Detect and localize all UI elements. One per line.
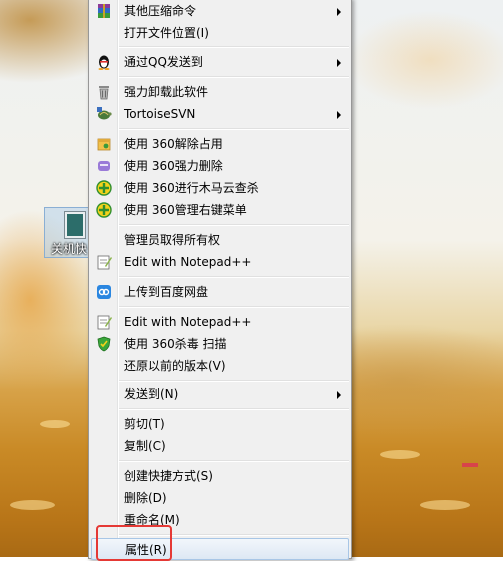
menu-item-tortoisesvn[interactable]: TortoiseSVN xyxy=(91,103,349,125)
menu-item-create-shortcut[interactable]: 创建快捷方式(S) xyxy=(91,465,349,487)
menu-item-label: 使用 360解除占用 xyxy=(124,137,223,151)
submenu-arrow-icon xyxy=(337,111,341,119)
wallpaper-leaf xyxy=(40,420,70,428)
menu-separator xyxy=(119,276,349,278)
menu-item-label: 还原以前的版本(V) xyxy=(124,359,226,373)
submenu-arrow-icon xyxy=(337,391,341,399)
menu-item-label: 其他压缩命令 xyxy=(124,4,197,18)
menu-item-label: 使用 360杀毒 扫描 xyxy=(124,337,227,351)
menu-separator xyxy=(119,128,349,130)
menu-item-label: 使用 360进行木马云查杀 xyxy=(124,181,259,195)
menu-item-edit-notepadpp-2[interactable]: Edit with Notepad++ xyxy=(91,311,349,333)
red-annotation-box xyxy=(96,525,172,561)
wallpaper-leaf xyxy=(10,500,55,510)
360-antivirus-shield-icon xyxy=(96,336,112,352)
menu-item-label: 使用 360强力删除 xyxy=(124,159,223,173)
menu-item-send-via-qq[interactable]: 通过QQ发送到 xyxy=(91,51,349,73)
winrar-icon xyxy=(96,3,112,19)
context-menu: 其他压缩命令 打开文件位置(I) 通过QQ发送到 强力卸载此软件 Tortois… xyxy=(88,0,352,560)
menu-item-label: 上传到百度网盘 xyxy=(124,285,209,299)
trash-bin-icon xyxy=(96,84,112,100)
menu-separator xyxy=(119,408,349,410)
menu-item-open-file-location[interactable]: 打开文件位置(I) xyxy=(91,22,349,44)
menu-item-copy[interactable]: 复制(C) xyxy=(91,435,349,457)
menu-item-360-antivirus-scan[interactable]: 使用 360杀毒 扫描 xyxy=(91,333,349,355)
menu-item-delete[interactable]: 删除(D) xyxy=(91,487,349,509)
notepadpp-icon xyxy=(96,314,112,330)
360-scan-icon xyxy=(96,180,112,196)
menu-item-360-menu-manager[interactable]: 使用 360管理右键菜单 xyxy=(91,199,349,221)
qq-penguin-icon xyxy=(96,54,112,70)
menu-item-cut[interactable]: 剪切(T) xyxy=(91,413,349,435)
wallpaper-red-mark xyxy=(462,463,478,467)
menu-item-label: 复制(C) xyxy=(124,439,166,453)
notepadpp-icon xyxy=(96,254,112,270)
menu-item-360-unlock[interactable]: 使用 360解除占用 xyxy=(91,133,349,155)
desktop-shortcut-label: 关机快 xyxy=(51,242,88,256)
menu-item-edit-notepadpp-1[interactable]: Edit with Notepad++ xyxy=(91,251,349,273)
menu-separator xyxy=(119,224,349,226)
menu-item-send-to[interactable]: 发送到(N) xyxy=(91,383,349,405)
menu-item-label: 创建快捷方式(S) xyxy=(124,469,213,483)
menu-separator xyxy=(119,306,349,308)
menu-separator xyxy=(119,46,349,48)
menu-item-label: 使用 360管理右键菜单 xyxy=(124,203,247,217)
menu-item-label: TortoiseSVN xyxy=(124,107,196,121)
menu-item-other-compress[interactable]: 其他压缩命令 xyxy=(91,0,349,22)
menu-item-upload-baidu-netdisk[interactable]: 上传到百度网盘 xyxy=(91,281,349,303)
submenu-arrow-icon xyxy=(337,59,341,67)
menu-item-label: 剪切(T) xyxy=(124,417,165,431)
menu-item-360-force-delete[interactable]: 使用 360强力删除 xyxy=(91,155,349,177)
menu-item-label: 打开文件位置(I) xyxy=(124,26,209,40)
menu-separator xyxy=(119,380,349,382)
menu-item-force-uninstall[interactable]: 强力卸载此软件 xyxy=(91,81,349,103)
menu-item-label: 删除(D) xyxy=(124,491,167,505)
shortcut-thumbnail-icon xyxy=(65,212,85,238)
menu-item-label: Edit with Notepad++ xyxy=(124,255,252,269)
360-shredder-icon xyxy=(96,158,112,174)
menu-item-restore-previous-versions[interactable]: 还原以前的版本(V) xyxy=(91,355,349,377)
menu-separator xyxy=(119,460,349,462)
wallpaper-leaf xyxy=(380,450,420,459)
menu-item-label: Edit with Notepad++ xyxy=(124,315,252,329)
tortoisesvn-icon xyxy=(96,106,112,122)
360-menu-manager-icon xyxy=(96,202,112,218)
menu-item-label: 发送到(N) xyxy=(124,387,179,401)
menu-separator xyxy=(119,76,349,78)
360-unlock-icon xyxy=(96,136,112,152)
menu-item-label: 强力卸载此软件 xyxy=(124,85,209,99)
menu-item-take-ownership[interactable]: 管理员取得所有权 xyxy=(91,229,349,251)
submenu-arrow-icon xyxy=(337,8,341,16)
menu-item-label: 通过QQ发送到 xyxy=(124,55,203,69)
menu-item-label: 管理员取得所有权 xyxy=(124,233,221,247)
baidu-netdisk-icon xyxy=(96,284,112,300)
wallpaper-leaf xyxy=(420,500,470,510)
menu-item-360-trojan-scan[interactable]: 使用 360进行木马云查杀 xyxy=(91,177,349,199)
